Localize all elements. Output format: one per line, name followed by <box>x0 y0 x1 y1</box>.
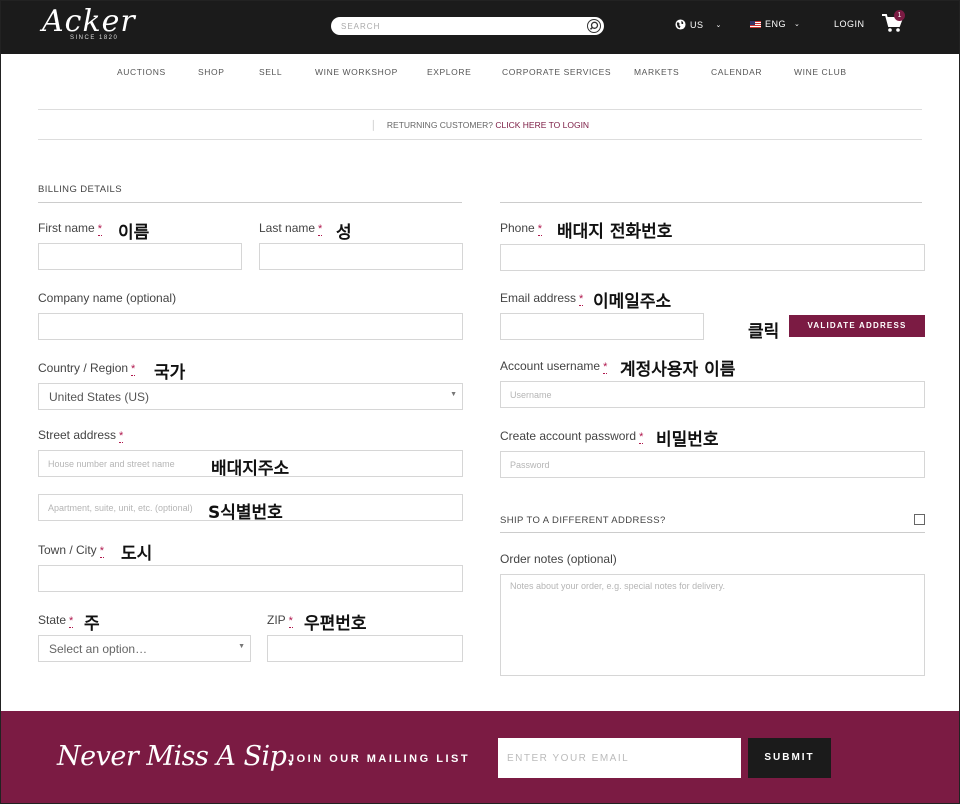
username-input[interactable] <box>501 382 924 407</box>
divider <box>500 532 925 533</box>
login-label: LOGIN <box>834 19 865 29</box>
divider <box>38 139 922 140</box>
nav-explore[interactable]: EXPLORE <box>427 67 471 77</box>
city-input[interactable] <box>39 566 462 591</box>
phone-label: Phone * <box>500 221 542 236</box>
zip-label: ZIP * <box>267 613 293 628</box>
street-label: Street address * <box>38 428 124 443</box>
region-label: US <box>690 19 704 30</box>
last-name-annotation: 성 <box>336 223 352 243</box>
zip-input[interactable] <box>268 636 462 661</box>
password-label: Create account password * <box>500 429 644 444</box>
divider <box>500 202 922 203</box>
company-field[interactable] <box>38 313 463 340</box>
returning-text: RETURNING CUSTOMER? <box>386 120 494 130</box>
footer-newsletter: Never Miss A Sip. JOIN OUR MAILING LIST … <box>0 711 960 804</box>
newsletter-email-input[interactable] <box>498 738 741 778</box>
nav-shop[interactable]: SHOP <box>198 67 225 77</box>
logo-since: SINCE 1820 <box>70 35 119 41</box>
country-select[interactable]: United States (US) ▼ <box>38 383 463 410</box>
nav-wine-club[interactable]: WINE CLUB <box>794 67 847 77</box>
info-icon: │ <box>370 120 377 130</box>
first-name-field[interactable] <box>38 243 242 270</box>
ship-different-label: SHIP TO A DIFFERENT ADDRESS? <box>500 515 666 526</box>
email-label: Email address * <box>500 291 584 306</box>
company-input[interactable] <box>39 314 462 339</box>
search-input[interactable] <box>341 20 581 32</box>
search-bar[interactable] <box>331 17 604 35</box>
password-annotation: 비밀번호 <box>656 430 719 450</box>
click-annotation: 클릭 <box>748 322 780 342</box>
logo-wordmark: Acker <box>42 4 136 39</box>
join-mailing-list-label: JOIN OUR MAILING LIST <box>288 753 471 765</box>
state-value: Select an option… <box>49 642 148 656</box>
login-link-returning[interactable]: CLICK HERE TO LOGIN <box>495 120 589 130</box>
validate-address-button[interactable]: VALIDATE ADDRESS <box>789 315 925 337</box>
password-field[interactable] <box>500 451 925 478</box>
username-label: Account username * <box>500 359 608 374</box>
street-annotation: 배대지주소 <box>211 459 290 479</box>
apartment-annotation: S식별번호 <box>208 503 283 523</box>
phone-input[interactable] <box>501 245 924 270</box>
order-notes-textarea[interactable] <box>501 575 924 675</box>
nav-markets[interactable]: MARKETS <box>634 67 679 77</box>
username-field[interactable] <box>500 381 925 408</box>
ship-different-checkbox[interactable] <box>914 514 925 525</box>
city-field[interactable] <box>38 565 463 592</box>
billing-details-title: BILLING DETAILS <box>38 184 122 195</box>
search-icon[interactable] <box>587 19 601 33</box>
first-name-input[interactable] <box>39 244 241 269</box>
main-nav: AUCTIONS SHOP SELL WINE WORKSHOP EXPLORE… <box>0 62 960 82</box>
nav-sell[interactable]: SELL <box>259 67 282 77</box>
phone-field[interactable] <box>500 244 925 271</box>
city-annotation: 도시 <box>121 544 153 564</box>
region-selector[interactable]: US ⌄ <box>675 19 722 30</box>
country-value: United States (US) <box>49 390 150 404</box>
dropdown-arrow-icon: ▼ <box>450 391 457 398</box>
country-annotation: 국가 <box>154 363 186 383</box>
password-input[interactable] <box>501 452 924 477</box>
last-name-label: Last name * <box>259 221 323 236</box>
newsletter-submit-button[interactable]: SUBMIT <box>748 738 831 778</box>
us-flag-icon <box>750 20 761 28</box>
email-field[interactable] <box>500 313 704 340</box>
order-notes-field[interactable] <box>500 574 925 676</box>
state-select[interactable]: Select an option… ▼ <box>38 635 251 662</box>
globe-icon <box>675 19 686 30</box>
city-label: Town / City * <box>38 543 104 558</box>
first-name-label: First name * <box>38 221 102 236</box>
chevron-down-icon: ⌄ <box>715 21 722 29</box>
phone-annotation: 배대지 전화번호 <box>557 222 673 242</box>
email-input[interactable] <box>501 314 703 339</box>
login-link[interactable]: LOGIN <box>834 19 865 29</box>
language-selector[interactable]: ENG ⌄ <box>750 19 800 29</box>
nav-auctions[interactable]: AUCTIONS <box>117 67 166 77</box>
dropdown-arrow-icon: ▼ <box>238 643 245 650</box>
divider <box>38 109 922 110</box>
zip-annotation: 우편번호 <box>304 614 367 634</box>
zip-field[interactable] <box>267 635 463 662</box>
newsletter-email-field[interactable] <box>498 738 741 778</box>
cart-count-badge: 1 <box>894 10 905 21</box>
language-label: ENG <box>765 19 787 29</box>
country-label: Country / Region * <box>38 361 136 376</box>
order-notes-label: Order notes (optional) <box>500 552 617 566</box>
last-name-field[interactable] <box>259 243 463 270</box>
username-annotation: 계정사용자 이름 <box>620 360 736 380</box>
chevron-down-icon: ⌄ <box>794 21 801 28</box>
nav-wine-workshop[interactable]: WINE WORKSHOP <box>315 67 398 77</box>
returning-customer-notice: │ RETURNING CUSTOMER? CLICK HERE TO LOGI… <box>0 120 960 130</box>
last-name-input[interactable] <box>260 244 462 269</box>
state-annotation: 주 <box>84 614 100 634</box>
first-name-annotation: 이름 <box>118 223 150 243</box>
acker-logo[interactable]: Acker SINCE 1820 <box>42 4 142 46</box>
email-annotation: 이메일주소 <box>593 292 672 312</box>
divider <box>38 202 462 203</box>
nav-corporate-services[interactable]: CORPORATE SERVICES <box>502 67 611 77</box>
state-label: State * <box>38 613 74 628</box>
company-label: Company name (optional) <box>38 291 177 305</box>
footer-tagline: Never Miss A Sip. <box>57 741 295 772</box>
top-bar: Acker SINCE 1820 US ⌄ ENG ⌄ LOGIN <box>0 0 960 54</box>
nav-calendar[interactable]: CALENDAR <box>711 67 762 77</box>
